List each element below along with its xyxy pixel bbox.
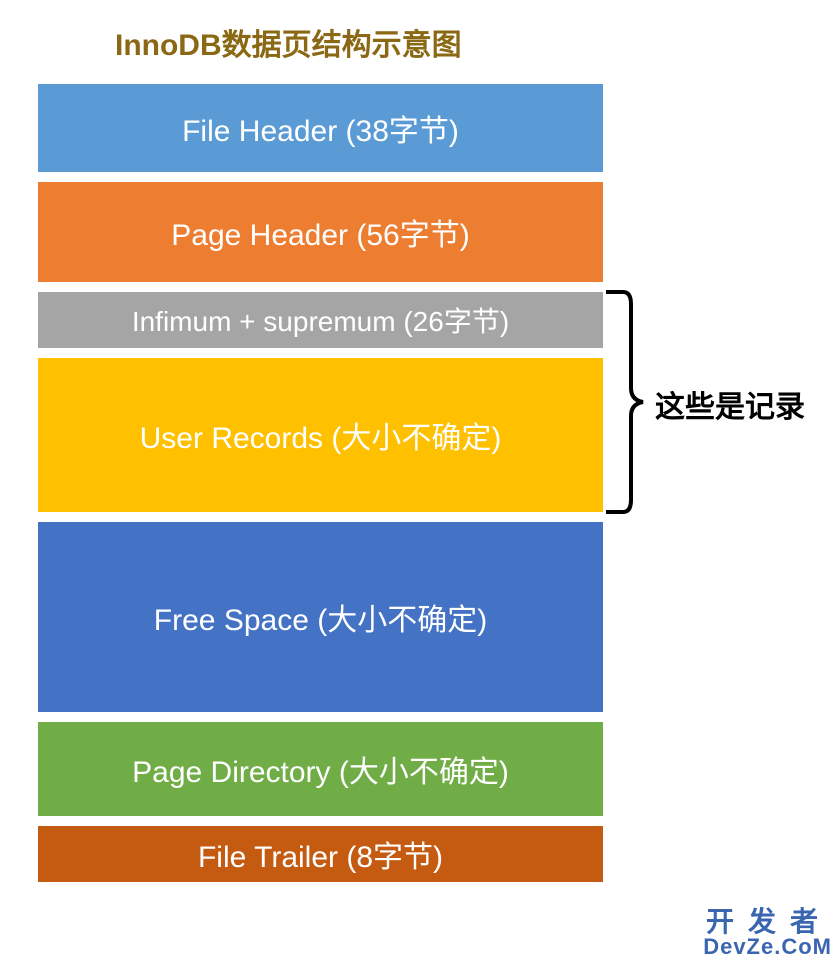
block-file-trailer: File Trailer (8字节) xyxy=(38,826,603,882)
watermark: 开发者 DevZe.CoM xyxy=(703,908,832,958)
diagram-container: File Header (38字节) Page Header (56字节) In… xyxy=(0,84,840,882)
block-stack: File Header (38字节) Page Header (56字节) In… xyxy=(38,84,603,882)
block-page-directory: Page Directory (大小不确定) xyxy=(38,722,603,816)
block-user-records: User Records (大小不确定) xyxy=(38,358,603,512)
block-free-space: Free Space (大小不确定) xyxy=(38,522,603,712)
annotation-label: 这些是记录 xyxy=(655,382,805,426)
block-infimum-supremum: Infimum + supremum (26字节) xyxy=(38,292,603,348)
watermark-line2: DevZe.CoM xyxy=(703,936,832,958)
diagram-title: InnoDB数据页结构示意图 xyxy=(0,0,840,84)
block-file-header: File Header (38字节) xyxy=(38,84,603,172)
block-page-header: Page Header (56字节) xyxy=(38,182,603,282)
watermark-line1: 开发者 xyxy=(703,908,832,936)
annotation-area: 这些是记录 xyxy=(603,84,833,882)
brace-icon xyxy=(605,290,655,514)
